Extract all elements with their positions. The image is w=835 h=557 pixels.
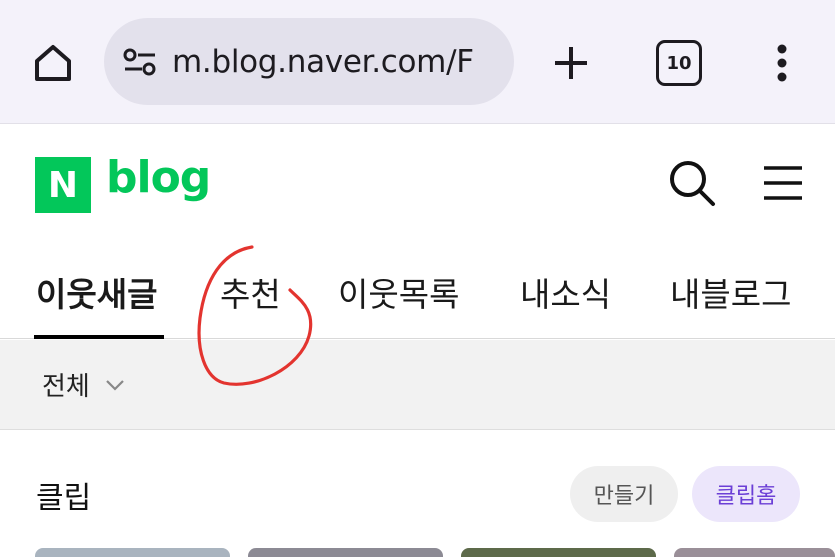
filter-dropdown[interactable]: 전체 xyxy=(42,366,90,403)
tab-bar: 이웃새글 추천 이웃목록 내소식 내블로그 xyxy=(0,240,835,339)
more-menu-button[interactable] xyxy=(762,38,802,88)
browser-toolbar: m.blog.naver.com/F 10 xyxy=(0,0,835,124)
url-text[interactable]: m.blog.naver.com/F xyxy=(172,44,474,80)
tab-switcher-button[interactable]: 10 xyxy=(656,40,702,86)
address-bar[interactable]: m.blog.naver.com/F xyxy=(104,18,514,105)
clip-thumbnail[interactable] xyxy=(461,548,656,557)
hamburger-icon xyxy=(764,166,802,200)
tab-neighbor-posts[interactable]: 이웃새글 xyxy=(36,268,157,316)
tab-my-news[interactable]: 내소식 xyxy=(520,268,611,316)
section-title: 클립 xyxy=(36,481,92,516)
clip-thumbnail[interactable] xyxy=(674,548,835,557)
plus-icon xyxy=(555,47,587,79)
tune-icon[interactable] xyxy=(122,44,158,80)
make-clip-button[interactable]: 만들기 xyxy=(570,466,678,522)
blog-logo-text[interactable]: blog xyxy=(106,152,211,203)
tab-my-blog[interactable]: 내블로그 xyxy=(670,268,791,316)
home-icon xyxy=(35,45,71,81)
chevron-down-icon[interactable] xyxy=(104,374,126,396)
tab-neighbor-list[interactable]: 이웃목록 xyxy=(338,268,459,316)
clip-thumbnail[interactable] xyxy=(248,548,443,557)
menu-button[interactable] xyxy=(756,155,810,211)
filter-strip: 전체 xyxy=(0,340,835,430)
naver-logo[interactable]: N xyxy=(35,157,91,213)
search-icon xyxy=(670,161,715,206)
clip-home-button[interactable]: 클립홈 xyxy=(692,466,800,522)
new-tab-button[interactable] xyxy=(546,38,596,88)
tab-count: 10 xyxy=(666,52,692,74)
clip-section: 클립 만들기 클립홈 xyxy=(0,431,835,557)
active-tab-indicator xyxy=(34,335,164,339)
home-button[interactable] xyxy=(28,38,78,88)
clip-thumbnail[interactable] xyxy=(35,548,230,557)
blog-header: N blog xyxy=(0,125,835,240)
tab-recommended[interactable]: 추천 xyxy=(220,268,281,316)
search-button[interactable] xyxy=(664,155,720,211)
more-vertical-icon xyxy=(777,44,787,82)
